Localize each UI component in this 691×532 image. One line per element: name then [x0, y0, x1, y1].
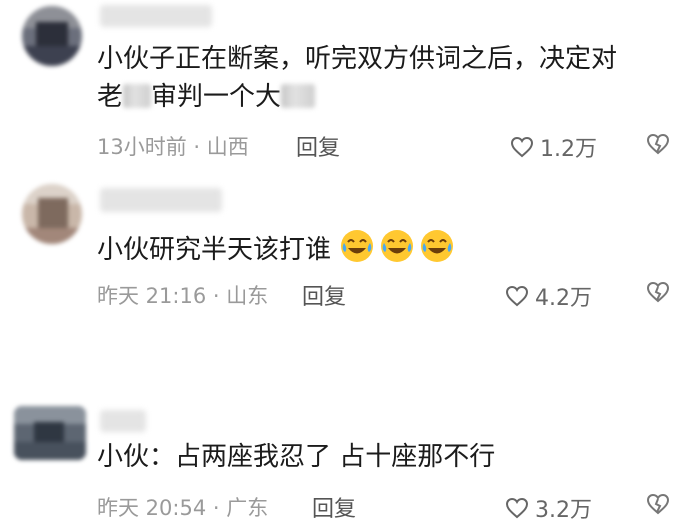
comment-meta: 昨天 21:16 · 山东	[97, 284, 269, 308]
broken-heart-icon	[646, 133, 670, 155]
comment-text: 小伙子正在断案，听完双方供词之后，决定对 老审判一个大	[97, 40, 617, 116]
like-button[interactable]: 3.2万	[505, 492, 592, 524]
censored-mosaic	[123, 84, 152, 108]
comment-text-line: 小伙子正在断案，听完双方供词之后，决定对	[97, 44, 618, 74]
dislike-button[interactable]	[645, 280, 671, 308]
crying-laughing-emoji	[421, 230, 454, 262]
username[interactable]	[100, 188, 222, 212]
comment-1: 小伙子正在断案，听完双方供词之后，决定对 老审判一个大 13小时前 · 山西 回…	[0, 0, 691, 170]
reply-button[interactable]: 回复	[296, 130, 340, 162]
like-count: 1.2万	[540, 137, 597, 162]
reply-button[interactable]: 回复	[302, 279, 346, 311]
broken-heart-icon	[646, 493, 670, 515]
comment-2: 小伙研究半天该打谁 昨天 21:16 · 山东 回复 4.2万	[0, 170, 691, 320]
avatar[interactable]	[22, 184, 82, 244]
like-count: 4.2万	[535, 286, 592, 311]
dislike-button[interactable]	[645, 492, 671, 520]
comment-meta: 13小时前 · 山西	[97, 135, 249, 159]
comment-text: 小伙研究半天该打谁	[97, 228, 459, 269]
crying-laughing-emoji	[341, 230, 374, 262]
reply-button[interactable]: 回复	[312, 491, 356, 523]
heart-outline-icon	[505, 285, 529, 307]
crying-laughing-emoji	[381, 230, 414, 262]
heart-outline-icon	[505, 497, 529, 519]
username[interactable]	[100, 5, 212, 27]
comment-meta: 昨天 20:54 · 广东	[97, 496, 269, 520]
heart-outline-icon	[510, 136, 534, 158]
avatar[interactable]	[14, 406, 86, 460]
comment-text: 小伙：占两座我忍了 占十座那不行	[97, 442, 496, 472]
like-count: 3.2万	[535, 498, 592, 523]
censored-mosaic	[281, 84, 316, 108]
like-button[interactable]: 4.2万	[505, 280, 592, 312]
avatar[interactable]	[22, 6, 82, 66]
comment-3: 小伙：占两座我忍了 占十座那不行 昨天 20:54 · 广东 回复 3.2万	[0, 390, 691, 532]
broken-heart-icon	[646, 281, 670, 303]
username[interactable]	[100, 410, 146, 432]
comment-text-line: 老审判一个大	[97, 78, 617, 116]
dislike-button[interactable]	[645, 132, 671, 160]
like-button[interactable]: 1.2万	[510, 131, 597, 163]
